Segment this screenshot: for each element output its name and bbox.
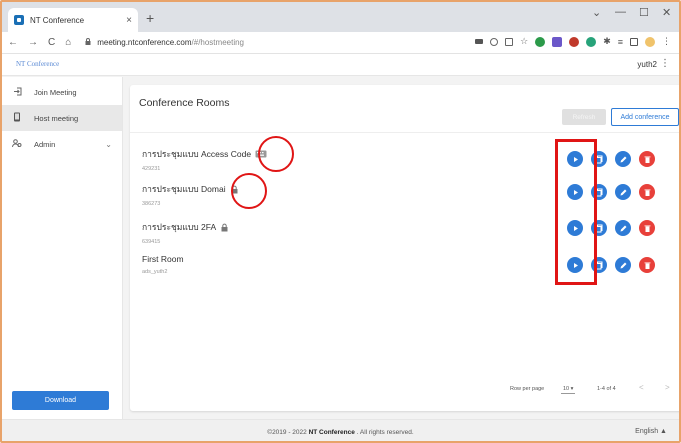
key-icon[interactable]: [475, 39, 484, 44]
brand-logo[interactable]: NT Conference: [16, 60, 59, 68]
lock-icon: [220, 223, 229, 232]
more-menu-icon[interactable]: ⋮: [660, 58, 670, 69]
sidebar-item-label: Join Meeting: [34, 87, 77, 97]
copyright: ©2019 - 2022 NT Conference . All rights …: [2, 429, 679, 436]
secure-lock-icon: [85, 38, 93, 47]
reload-button[interactable]: C: [48, 37, 55, 48]
delete-room-button[interactable]: [639, 151, 655, 167]
sidebar-item-label: Host meeting: [34, 113, 79, 123]
language-selector[interactable]: English ▲: [635, 428, 667, 435]
reading-list-icon[interactable]: ≡: [618, 37, 623, 47]
extension-shield-icon[interactable]: [552, 36, 563, 47]
tab-close-icon[interactable]: ×: [126, 15, 132, 26]
rows-per-page-select[interactable]: 10 ▾: [561, 386, 576, 394]
room-item[interactable]: การประชุมแบบ Domai 386273: [142, 182, 239, 207]
profile-avatar[interactable]: [645, 36, 655, 47]
tab-list-chevron-icon[interactable]: ⌄: [592, 6, 601, 19]
bookmark-star-icon[interactable]: ☆: [520, 36, 528, 47]
rows-per-page-label: Row per page: [510, 386, 545, 392]
browser-tab[interactable]: NT Conference ×: [8, 8, 138, 32]
delete-room-button[interactable]: [639, 257, 655, 273]
close-window-button[interactable]: ✕: [662, 6, 671, 19]
app-header: NT Conference yuth2 ⋮: [2, 54, 679, 76]
extension-teal-icon[interactable]: [586, 36, 597, 47]
copyright-prefix: ©2019 - 2022: [267, 429, 309, 436]
room-code: 429231: [142, 166, 161, 172]
toolbar-icons: ☆ ✱ ≡ ⋮: [475, 36, 671, 47]
delete-room-button[interactable]: [639, 184, 655, 200]
next-page-button[interactable]: >: [665, 383, 670, 392]
phone-icon: [10, 112, 24, 124]
tab-strip: NT Conference × + ⌄ — ☐ ✕: [2, 2, 679, 32]
highlight-annotation-box: [555, 139, 597, 285]
refresh-button[interactable]: Refresh: [562, 109, 606, 125]
url-path: /#/hostmeeting: [191, 38, 244, 47]
conference-rooms-card: Conference Rooms Refresh Add conference …: [130, 85, 679, 411]
room-name-row: การประชุมแบบ Access Code: [142, 147, 267, 161]
extension-red-icon[interactable]: [569, 36, 580, 47]
sidebar: Join Meeting Host meeting Admin ⌄ Downlo…: [2, 77, 123, 419]
prev-page-button[interactable]: <: [639, 383, 644, 392]
room-code: 386273: [142, 201, 161, 207]
minimize-button[interactable]: —: [615, 6, 626, 18]
forward-button[interactable]: →: [28, 37, 38, 48]
highlight-annotation-circle: [258, 136, 294, 172]
room-code: ads_yuth2: [142, 269, 168, 275]
url-field[interactable]: meeting.ntconference.com/#/hostmeeting: [85, 38, 244, 47]
user-name[interactable]: yuth2: [637, 60, 657, 69]
maximize-button[interactable]: ☐: [639, 6, 649, 19]
home-button[interactable]: ⌂: [65, 37, 71, 48]
extensions-puzzle-icon[interactable]: ✱: [603, 36, 611, 47]
edit-room-button[interactable]: [615, 184, 631, 200]
download-button[interactable]: Download: [12, 391, 109, 410]
users-icon: [10, 138, 24, 150]
login-icon: [10, 87, 24, 98]
room-name: การประชุมแบบ Access Code: [142, 149, 252, 159]
edit-room-button[interactable]: [615, 220, 631, 236]
room-name: การประชุมแบบ Domai: [142, 184, 226, 194]
room-item[interactable]: การประชุมแบบ Access Code 429231: [142, 147, 267, 172]
tab-title: NT Conference: [30, 15, 85, 25]
browser-window: NT Conference × + ⌄ — ☐ ✕ ← → C ⌂ meetin…: [0, 0, 681, 443]
share-icon[interactable]: [505, 37, 514, 46]
sidebar-item-join-meeting[interactable]: Join Meeting: [2, 79, 122, 105]
rows-per-page-value: 10: [563, 386, 570, 392]
room-item[interactable]: First Room ads_yuth2: [142, 254, 184, 275]
sidebar-item-host-meeting[interactable]: Host meeting: [2, 105, 122, 131]
copyright-suffix: . All rights reserved.: [354, 429, 414, 436]
url-domain: meeting.ntconference.com: [97, 38, 192, 47]
copyright-brand: NT Conference: [308, 429, 355, 436]
page-title: Conference Rooms: [139, 97, 230, 109]
highlight-annotation-circle: [231, 173, 267, 209]
zoom-icon[interactable]: [490, 37, 499, 46]
room-name-row: การประชุมแบบ Domai: [142, 182, 239, 196]
room-name-row: First Room: [142, 254, 184, 264]
back-button[interactable]: ←: [8, 37, 18, 48]
browser-menu-icon[interactable]: ⋮: [662, 36, 671, 47]
footer: ©2019 - 2022 NT Conference . All rights …: [2, 419, 679, 441]
delete-room-button[interactable]: [639, 220, 655, 236]
edit-room-button[interactable]: [615, 257, 631, 273]
edit-room-button[interactable]: [615, 151, 631, 167]
sidebar-item-admin[interactable]: Admin ⌄: [2, 131, 122, 157]
new-tab-button[interactable]: +: [146, 10, 154, 26]
page-range: 1-4 of 4: [597, 386, 616, 392]
add-conference-button[interactable]: Add conference: [611, 108, 679, 126]
sidebar-item-label: Admin: [34, 139, 56, 149]
room-code: 639415: [142, 239, 161, 245]
chevron-down-icon: ⌄: [105, 139, 112, 149]
extension-green-icon[interactable]: [535, 36, 546, 47]
room-name: การประชุมแบบ 2FA: [142, 222, 217, 232]
favicon-icon: [14, 15, 24, 25]
room-item[interactable]: การประชุมแบบ 2FA 639415: [142, 220, 229, 245]
room-name-row: การประชุมแบบ 2FA: [142, 220, 229, 234]
side-panel-icon[interactable]: [630, 37, 638, 46]
address-bar-row: ← → C ⌂ meeting.ntconference.com/#/hostm…: [2, 32, 679, 54]
divider: [130, 132, 679, 133]
room-name: First Room: [142, 254, 184, 264]
